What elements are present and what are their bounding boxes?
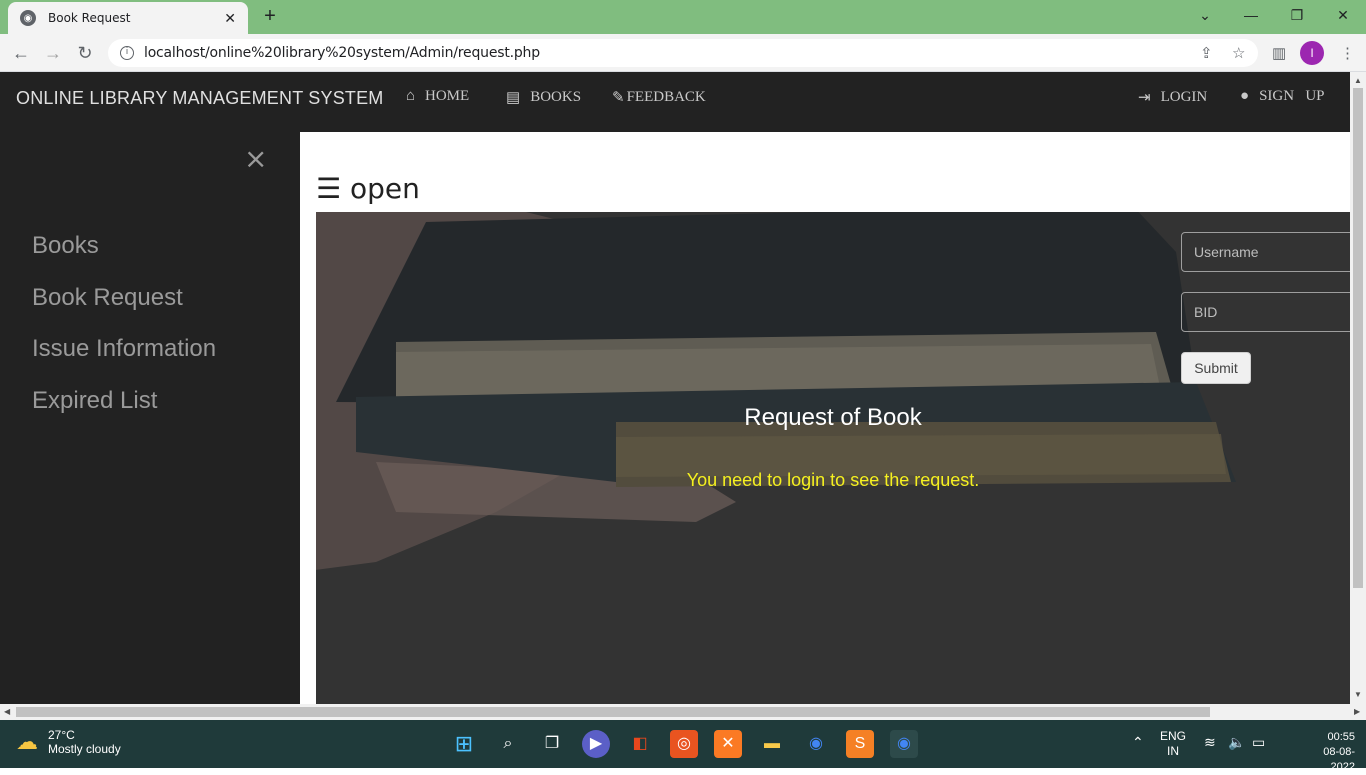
close-icon[interactable]: ×: [244, 142, 267, 175]
new-tab-button[interactable]: +: [258, 4, 282, 28]
main-content: ☰ open Username BID Submit Request of Bo…: [300, 132, 1350, 704]
sublime-text-icon[interactable]: S: [846, 730, 874, 758]
minimize-button[interactable]: —: [1228, 0, 1274, 30]
pencil-icon: ✎: [612, 90, 625, 106]
request-hero: Username BID Submit Request of Book You …: [316, 212, 1350, 704]
tray-overflow-icon[interactable]: ⌃: [1132, 734, 1144, 751]
tab-search-icon[interactable]: ⌄: [1182, 0, 1228, 30]
chrome-icon[interactable]: ◉: [802, 730, 830, 758]
horizontal-scrollbar[interactable]: ◀ ▶: [0, 704, 1366, 720]
clock-date: 08-08-2022: [1323, 746, 1355, 773]
side-panel-icon[interactable]: ▥: [1272, 44, 1286, 62]
bookmark-star-icon[interactable]: ☆: [1232, 44, 1245, 62]
request-form: Username BID Submit: [1181, 232, 1350, 384]
volume-icon[interactable]: 🔈: [1228, 734, 1245, 751]
weather-temperature: 27°C: [48, 728, 75, 742]
nav-books-label: BOOKS: [530, 89, 582, 105]
search-icon[interactable]: ⌕: [494, 730, 522, 758]
task-view-icon[interactable]: ❐: [538, 730, 566, 758]
language-indicator[interactable]: ENG IN: [1160, 729, 1186, 759]
reload-button[interactable]: ↻: [72, 40, 98, 66]
scroll-down-icon[interactable]: ▼: [1354, 690, 1362, 699]
tab-close-icon[interactable]: ✕: [224, 10, 236, 27]
nav-login[interactable]: ⇥ LOGIN: [1138, 88, 1207, 107]
browser-tab[interactable]: ◉ Book Request ✕: [8, 2, 248, 34]
chat-icon[interactable]: ▶: [582, 730, 610, 758]
wifi-icon[interactable]: ≋: [1204, 734, 1216, 751]
cloud-sun-icon: ☁: [16, 729, 38, 754]
nav-feedback-label: FEEDBACK: [626, 89, 706, 105]
horizontal-scroll-thumb[interactable]: [16, 707, 1210, 717]
menu-kebab-icon[interactable]: ⋮: [1340, 44, 1355, 62]
home-icon: ⌂: [406, 88, 416, 104]
top-navbar: ONLINE LIBRARY MANAGEMENT SYSTEM ⌂ HOME …: [0, 72, 1350, 132]
nav-signup[interactable]: ● SIGN UP: [1240, 88, 1325, 105]
address-bar-row: ← → ↻ i localhost/online%20library%20sys…: [0, 34, 1366, 72]
nav-login-label: LOGIN: [1160, 89, 1208, 105]
profile-avatar[interactable]: I: [1300, 41, 1324, 65]
clock-time: 00:55: [1327, 731, 1355, 743]
nav-home[interactable]: ⌂ HOME: [406, 88, 469, 105]
windows-taskbar: ☁ 27°C Mostly cloudy ⊞ ⌕ ❐ ▶ ◧ ◎ ✕ ▬ ◉ S…: [0, 720, 1366, 773]
file-explorer-icon[interactable]: ▬: [758, 730, 786, 758]
nav-books[interactable]: ▤ BOOKS: [506, 88, 581, 107]
url-omnibox[interactable]: i localhost/online%20library%20system/Ad…: [108, 39, 1258, 67]
close-window-button[interactable]: ✕: [1320, 0, 1366, 30]
open-sidenav-button[interactable]: ☰ open: [316, 172, 420, 205]
login-required-message: You need to login to see the request.: [686, 470, 980, 490]
system-clock[interactable]: 00:55 08-08-2022: [1305, 730, 1355, 775]
ubuntu-icon[interactable]: ◎: [670, 730, 698, 758]
office-icon[interactable]: ◧: [626, 730, 654, 758]
battery-icon[interactable]: ▭: [1252, 734, 1265, 751]
request-title: Request of Book: [744, 404, 922, 431]
side-navigation: × Books Book Request Issue Information E…: [0, 132, 300, 704]
bid-input[interactable]: BID: [1181, 292, 1350, 332]
site-info-icon[interactable]: i: [120, 46, 134, 60]
browser-tab-bar: ◉ Book Request ✕ + ⌄ — ❐ ✕: [0, 0, 1366, 34]
book-icon: ▤: [506, 90, 521, 106]
scroll-right-icon[interactable]: ▶: [1354, 707, 1360, 716]
brand-title[interactable]: ONLINE LIBRARY MANAGEMENT SYSTEM: [16, 88, 384, 109]
back-button[interactable]: ←: [8, 40, 34, 66]
vertical-scroll-thumb[interactable]: [1353, 88, 1363, 588]
submit-button[interactable]: Submit: [1181, 352, 1251, 384]
windows-start-icon[interactable]: ⊞: [450, 730, 478, 758]
sidenav-link-books[interactable]: Books: [32, 232, 99, 260]
sidenav-link-issue-information[interactable]: Issue Information: [32, 335, 216, 363]
url-text: localhost/online%20library%20system/Admi…: [144, 45, 540, 61]
forward-button[interactable]: →: [40, 40, 66, 66]
scroll-left-icon[interactable]: ◀: [4, 707, 10, 716]
tab-title: Book Request: [48, 11, 131, 25]
vertical-scrollbar[interactable]: ▲ ▼: [1350, 72, 1366, 704]
nav-feedback[interactable]: ✎ FEEDBACK: [612, 88, 706, 107]
weather-widget[interactable]: ☁ 27°C Mostly cloudy: [16, 728, 121, 756]
globe-icon: ◉: [20, 10, 36, 26]
chrome-profile-icon[interactable]: ◉: [890, 730, 918, 758]
xampp-icon[interactable]: ✕: [714, 730, 742, 758]
page-viewport: ONLINE LIBRARY MANAGEMENT SYSTEM ⌂ HOME …: [0, 72, 1350, 704]
user-icon: ●: [1240, 88, 1250, 104]
scroll-up-icon[interactable]: ▲: [1354, 76, 1362, 85]
weather-condition: Mostly cloudy: [48, 742, 121, 756]
sidenav-link-book-request[interactable]: Book Request: [32, 284, 183, 312]
region-code: IN: [1167, 744, 1179, 758]
nav-signup-label: SIGN UP: [1259, 88, 1325, 104]
nav-home-label: HOME: [425, 88, 470, 104]
sidenav-link-expired-list[interactable]: Expired List: [32, 387, 157, 415]
restore-button[interactable]: ❐: [1274, 0, 1320, 30]
share-icon[interactable]: ⇪: [1200, 44, 1213, 62]
login-icon: ⇥: [1138, 90, 1151, 106]
language-code: ENG: [1160, 729, 1187, 743]
username-input[interactable]: Username: [1181, 232, 1350, 272]
